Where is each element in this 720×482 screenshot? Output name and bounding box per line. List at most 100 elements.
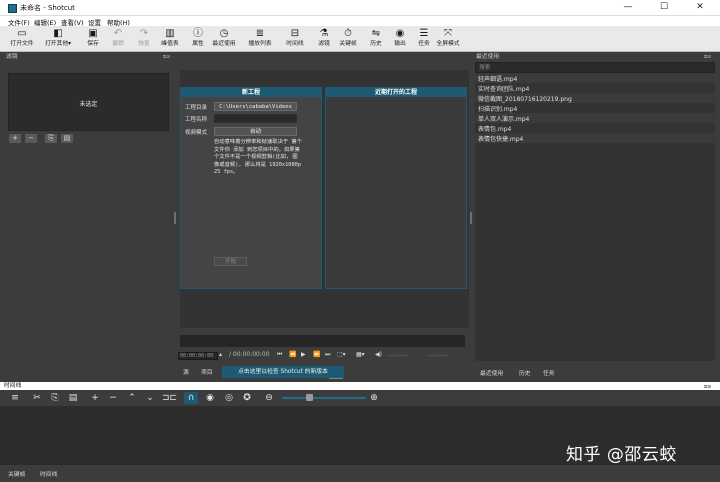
playlist-label: 播放列表 — [248, 41, 272, 47]
fast-forward-icon[interactable]: ⏩ — [313, 351, 320, 358]
append-icon[interactable]: + — [88, 392, 102, 404]
start-button[interactable]: 开始 — [214, 257, 247, 266]
peak-meter-label: 峰值表 — [161, 41, 179, 47]
video-mode-description: 自动意味着分辨率和帧速取决于 第个 文件你 添加 到您项目中的。如果第个文件不是… — [214, 139, 302, 175]
zoom-slider[interactable] — [282, 397, 366, 399]
open-file-label: 打开文件 — [10, 41, 34, 47]
project-folder-button[interactable]: C:\Users\cababa\Videos — [214, 102, 297, 111]
lift-icon[interactable]: ⌃ — [125, 392, 139, 404]
list-item[interactable]: 单人双人演示.mp4 — [478, 114, 529, 123]
peak-meter-button[interactable]: ▥ 峰值表 — [156, 28, 184, 52]
paste-filter-button[interactable]: ▤ — [61, 134, 73, 143]
skip-next-icon[interactable]: ⏭ — [325, 351, 330, 359]
list-item[interactable]: 轻声细语.mp4 — [478, 74, 517, 83]
play-icon[interactable]: ▶ — [301, 351, 306, 358]
undo-label: 撤销 — [112, 41, 124, 47]
zoom-in-icon[interactable]: ⊕ — [367, 392, 381, 404]
remove-filter-button[interactable]: − — [25, 134, 37, 143]
splitter-handle[interactable] — [174, 212, 176, 224]
volume-icon[interactable]: ◀) — [375, 351, 382, 358]
transport-controls: 00:00:00:00 ▴ / 00:00:00:00 ⏮ ⏪ ▶ ⏩ ⏭ ⬚▾… — [178, 350, 472, 362]
open-other-label: 打开其他▾ — [44, 41, 72, 47]
snap-icon[interactable]: ∩ — [184, 392, 198, 404]
cut-icon[interactable]: ✂ — [30, 392, 44, 404]
tab-keyframes[interactable]: 关键帧 — [8, 469, 25, 478]
recent-files-title: 最近使用 — [476, 54, 500, 60]
close-button[interactable]: ✕ — [684, 0, 716, 16]
tab-project[interactable]: 项目 — [201, 367, 213, 376]
timecode-total: / 00:00:00:00 — [229, 351, 270, 358]
list-item[interactable]: 表情包快捷.mp4 — [478, 134, 523, 143]
fullscreen-button[interactable]: ⤧ 全屏模式 — [434, 28, 462, 52]
watermark: 知乎 @邵云蛟 — [566, 445, 677, 465]
in-point: --:--:--:-- — [389, 353, 409, 359]
maximize-button[interactable]: ☐ — [648, 0, 680, 16]
update-check-link[interactable]: 点击这里以检查 Shotcut 的新版本 — [222, 366, 344, 378]
timecode-current[interactable]: 00:00:00:00 — [178, 352, 218, 360]
filters-list[interactable]: 未选定 — [8, 73, 169, 131]
tab-recent[interactable]: 最近使用 — [480, 368, 503, 377]
timeline-button[interactable]: ⊟ 时间线 — [281, 28, 309, 52]
float-icon[interactable]: ⧉⊠ — [704, 54, 711, 60]
ripple-all-icon[interactable]: ✪ — [240, 392, 254, 404]
list-item[interactable]: 扫描识别.mp4 — [478, 104, 517, 113]
add-filter-button[interactable]: + — [9, 134, 21, 143]
save-button[interactable]: ▣ 保存 — [79, 28, 107, 52]
playlist-button[interactable]: ≣ 播放列表 — [246, 28, 274, 52]
paste-icon[interactable]: ▤ — [66, 392, 80, 404]
overwrite-icon[interactable]: ⌄ — [143, 392, 157, 404]
new-project-title: 新工程 — [181, 88, 321, 97]
open-file-button[interactable]: ▭ 打开文件 — [8, 28, 36, 52]
copy-filter-button[interactable]: ⎘ — [45, 134, 57, 143]
tab-jobs[interactable]: 任务 — [543, 368, 555, 377]
zoom-slider-handle[interactable] — [306, 394, 313, 401]
undo-button[interactable]: ↶ 撤销 — [104, 28, 132, 52]
main-toolbar: ▭ 打开文件 ◧ 打开其他▾ ▣ 保存 ↶ 撤销 ↷ 恢复 ▥ 峰值表 ⓘ 属性 ◷ 最近使用 ≣ 播放列表 ⊟ 时间… — [0, 26, 720, 52]
project-name-label: 工程名称 — [185, 117, 208, 123]
scrub-bar[interactable] — [180, 335, 465, 347]
timeline-icon: ⊟ — [290, 28, 300, 39]
skip-previous-icon[interactable]: ⏮ — [277, 351, 282, 359]
redo-label: 恢复 — [138, 41, 150, 47]
timeline-title: 时间线 — [4, 383, 22, 389]
video-mode-select[interactable]: 自动 — [214, 127, 297, 136]
splitter-handle[interactable] — [470, 212, 472, 224]
float-icon[interactable]: ⧉⊠ — [163, 54, 170, 60]
project-folder-label: 工程目录 — [185, 105, 208, 111]
fullscreen-label: 全屏模式 — [436, 41, 460, 47]
zoom-out-icon[interactable]: ⊖ — [262, 392, 276, 404]
split-icon[interactable]: ⊐⊏ — [162, 392, 177, 404]
menu-bar: 文件(F) 编辑(E) 查看(V) 设置 帮助(H) — [0, 16, 720, 27]
project-name-input[interactable] — [214, 114, 297, 123]
remove-icon[interactable]: − — [106, 392, 120, 404]
ripple-icon[interactable]: ◎ — [222, 392, 236, 404]
scrub-icon[interactable]: ◉ — [203, 392, 217, 404]
keyframes-label: 关键帧 — [339, 41, 357, 47]
title-bar: 未命名 - Shotcut — ☐ ✕ — [0, 0, 720, 16]
right-dock-tabs: 最近使用 历史 任务 — [475, 366, 715, 378]
out-point: --:--:--:-- — [429, 353, 449, 359]
list-item[interactable]: 表情包.mp4 — [478, 124, 511, 133]
recent-button[interactable]: ◷ 最近使用 — [210, 28, 238, 52]
open-other-icon: ◧ — [53, 28, 63, 39]
rewind-icon[interactable]: ⏪ — [289, 351, 296, 358]
keyframes-button[interactable]: ⏱ 关键帧 — [334, 28, 362, 52]
menu-icon[interactable]: ≡ — [8, 392, 22, 404]
spin-icon[interactable]: ▴ — [219, 351, 222, 358]
properties-button[interactable]: ⓘ 属性 — [184, 28, 212, 52]
redo-button[interactable]: ↷ 恢复 — [130, 28, 158, 52]
grid-icon[interactable]: ▦▾ — [356, 351, 365, 358]
video-mode-label: 视频模式 — [185, 130, 208, 136]
open-other-button[interactable]: ◧ 打开其他▾ — [44, 28, 72, 52]
recent-search-input[interactable]: 搜索 — [475, 62, 715, 73]
tab-source[interactable]: 源 — [183, 367, 189, 376]
save-label: 保存 — [87, 41, 99, 47]
zoom-icon[interactable]: ⬚▾ — [337, 351, 346, 358]
minimize-button[interactable]: — — [612, 0, 644, 16]
list-item[interactable]: 实时查询团队.mp4 — [478, 84, 529, 93]
tab-timeline[interactable]: 时间线 — [40, 469, 57, 478]
tab-history[interactable]: 历史 — [519, 368, 531, 377]
list-item[interactable]: 微信截图_20180716120219.png — [478, 94, 572, 103]
recent-icon: ◷ — [219, 28, 229, 39]
copy-icon[interactable]: ⎘ — [48, 392, 62, 404]
